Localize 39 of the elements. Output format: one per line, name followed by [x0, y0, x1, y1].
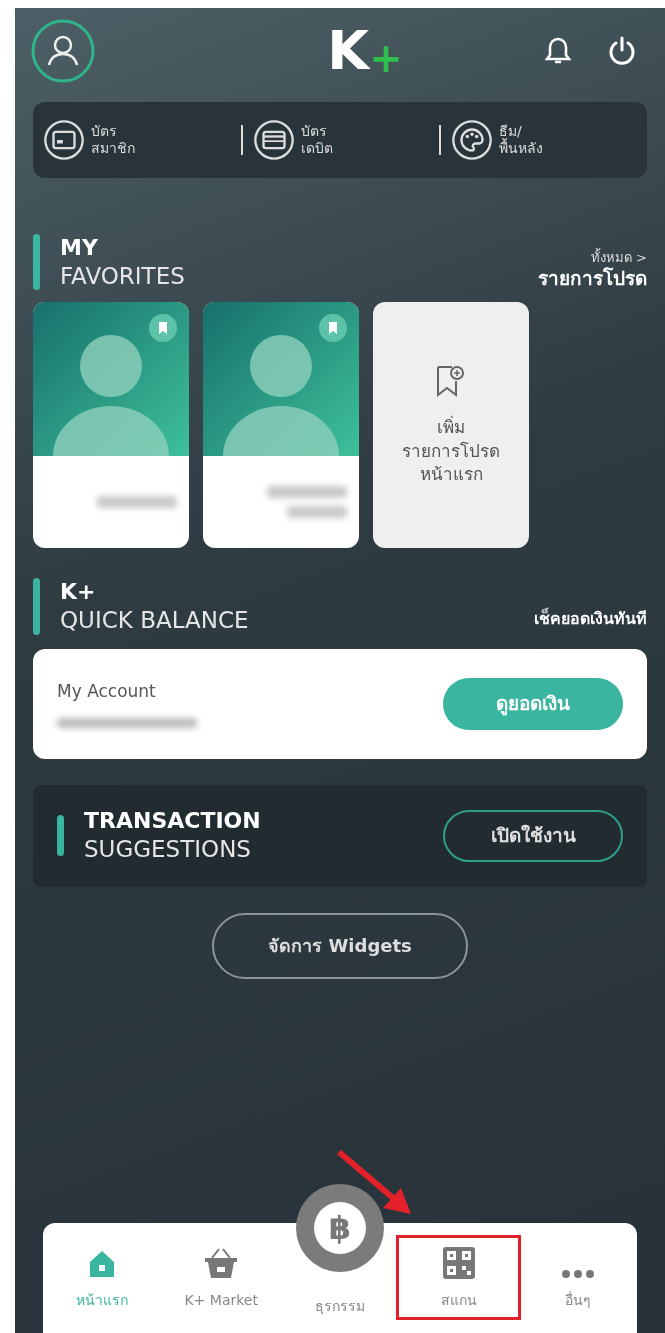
manage-widgets-button[interactable]: จัดการ Widgets — [212, 912, 468, 979]
add-favorite-label: เพิ่ม — [437, 416, 465, 440]
notification-bell-icon[interactable] — [545, 36, 571, 66]
favorite-card[interactable] — [33, 302, 189, 549]
card-icon — [43, 119, 85, 161]
nav-item[interactable]: สแกน — [399, 1238, 519, 1317]
accent-bar — [57, 815, 64, 856]
accent-bar — [33, 578, 40, 635]
shortcut-button[interactable]: บัตร สมาชิก — [43, 119, 135, 161]
see-all-link[interactable]: ทั้งหมด > — [590, 250, 647, 267]
logo: K+ — [327, 24, 403, 78]
section-subtitle: SUGGESTIONS — [84, 834, 252, 864]
more-icon — [559, 1268, 596, 1280]
shortcut-button[interactable]: บัตร เดบิต — [253, 119, 333, 161]
add-favorite-card[interactable]: เพิ่ม รายการโปรด หน้าแรก — [373, 302, 529, 549]
enable-button[interactable]: เปิดใช้งาน — [443, 809, 623, 862]
favorite-card[interactable] — [203, 302, 359, 549]
add-favorite-label: รายการโปรด — [402, 439, 500, 463]
section-subtitle: FAVORITES — [60, 261, 185, 291]
power-icon[interactable] — [607, 36, 637, 66]
section-title: MY — [60, 234, 99, 262]
baht-button[interactable]: ฿ — [296, 1184, 384, 1272]
qr-code-icon — [441, 1246, 476, 1280]
favorites-link[interactable]: รายการโปรด — [538, 266, 647, 291]
card-icon — [253, 119, 295, 161]
profile-icon[interactable] — [31, 19, 95, 83]
section-subtitle: QUICK BALANCE — [60, 605, 249, 635]
add-favorite-label: หน้าแรก — [419, 462, 483, 486]
palette-icon — [451, 119, 493, 161]
bookmark-add-icon — [435, 364, 467, 399]
blurred-name — [287, 506, 347, 519]
nav-item[interactable]: K+ Market — [161, 1238, 281, 1317]
accent-bar — [33, 234, 40, 291]
section-title: TRANSACTION — [84, 807, 261, 835]
shortcut-button[interactable]: ธีม/ พื้นหลัง — [451, 119, 543, 161]
section-title: K+ — [60, 578, 97, 606]
nav-item[interactable]: อื่นๆ — [518, 1238, 637, 1317]
account-label: My Account — [57, 679, 157, 703]
check-balance-link[interactable]: เช็คยอดเงินทันที — [534, 606, 647, 631]
